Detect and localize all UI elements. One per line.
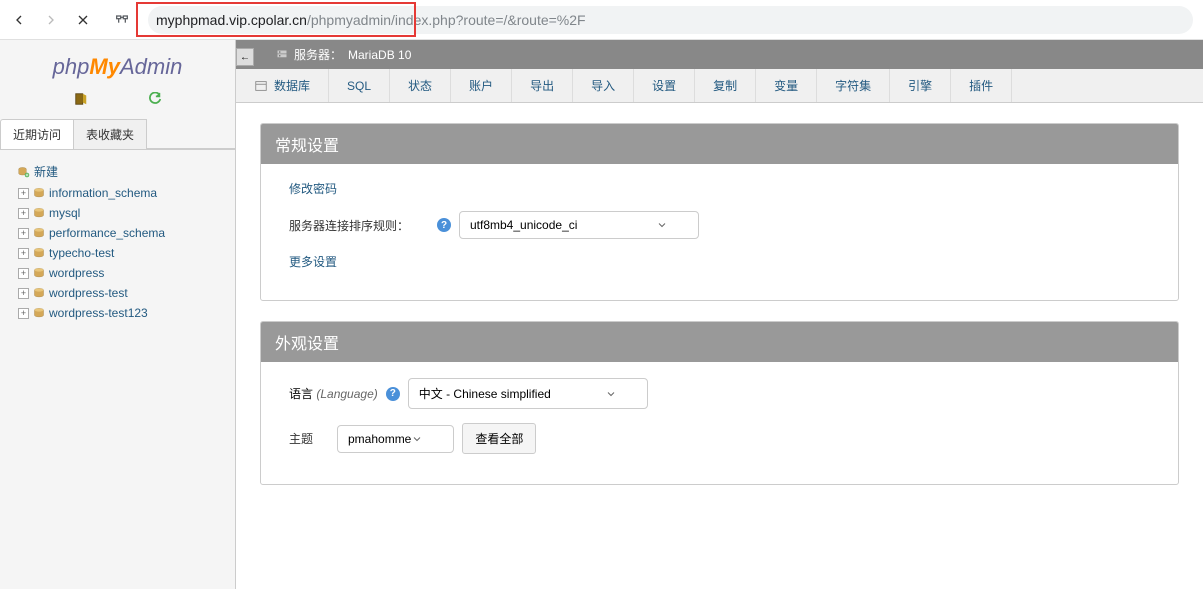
forward-button[interactable]	[42, 11, 60, 29]
server-info-bar: 服务器： MariaDB 10	[236, 40, 1203, 69]
content-area: ← 服务器： MariaDB 10 数据库 SQL 状态 账户 导出 导入 设置…	[236, 40, 1203, 589]
language-select[interactable]: 中文 - Chinese simplified	[408, 378, 648, 409]
expand-icon[interactable]: +	[18, 308, 29, 319]
chevron-down-icon	[605, 388, 617, 400]
general-settings-panel: 常规设置 修改密码 服务器连接排序规则： ? utf8mb4_unicode_c…	[260, 123, 1179, 301]
sidebar: phpMyAdmin 近期访问 表收藏夹 新建 + information_sch…	[0, 40, 236, 589]
collation-label: 服务器连接排序规则：	[289, 217, 429, 234]
tab-sql[interactable]: SQL	[329, 69, 390, 102]
tab-status[interactable]: 状态	[390, 69, 451, 102]
appearance-settings-header: 外观设置	[261, 322, 1178, 362]
tab-charsets[interactable]: 字符集	[817, 69, 890, 102]
view-all-themes-button[interactable]: 查看全部	[462, 423, 536, 454]
exit-icon[interactable]	[74, 92, 88, 109]
database-icon	[33, 267, 45, 279]
address-bar[interactable]: myphpmad.vip.cpolar.cn/phpmyadmin/index.…	[148, 6, 1193, 34]
change-password-link[interactable]: 修改密码	[289, 180, 337, 197]
back-button[interactable]	[10, 11, 28, 29]
theme-label: 主题	[289, 430, 329, 447]
phpmyadmin-logo[interactable]: phpMyAdmin	[0, 40, 235, 88]
tab-import[interactable]: 导入	[573, 69, 634, 102]
tab-plugins[interactable]: 插件	[951, 69, 1012, 102]
server-icon	[276, 49, 288, 61]
database-item[interactable]: + information_schema	[0, 183, 235, 203]
sidebar-tab-favorites[interactable]: 表收藏夹	[74, 119, 147, 149]
sidebar-tab-recent[interactable]: 近期访问	[0, 119, 74, 149]
url-path: /phpmyadmin/index.php?route=/&route=%2F	[307, 12, 586, 28]
browser-toolbar: myphpmad.vip.cpolar.cn/phpmyadmin/index.…	[0, 0, 1203, 40]
help-icon[interactable]: ?	[386, 387, 400, 401]
database-name: performance_schema	[49, 226, 165, 240]
database-icon	[33, 307, 45, 319]
tab-databases[interactable]: 数据库	[236, 69, 329, 102]
database-tree: 新建 + information_schema + mysql + performance…	[0, 150, 235, 333]
chevron-down-icon	[411, 433, 423, 445]
expand-icon[interactable]: +	[18, 208, 29, 219]
database-name: information_schema	[49, 186, 157, 200]
database-icon	[33, 287, 45, 299]
expand-icon[interactable]: +	[18, 268, 29, 279]
database-item[interactable]: + typecho-test	[0, 243, 235, 263]
database-name: wordpress	[49, 266, 104, 280]
new-database-link[interactable]: 新建	[0, 160, 235, 183]
language-label: 语言 (Language)	[289, 385, 378, 402]
tab-export[interactable]: 导出	[512, 69, 573, 102]
new-db-icon	[18, 166, 30, 178]
site-settings-icon[interactable]	[114, 12, 130, 28]
general-settings-header: 常规设置	[261, 124, 1178, 164]
database-item[interactable]: + performance_schema	[0, 223, 235, 243]
theme-select[interactable]: pmahomme	[337, 425, 454, 453]
tab-engines[interactable]: 引擎	[890, 69, 951, 102]
database-icon	[254, 79, 268, 93]
refresh-icon[interactable]	[148, 92, 162, 109]
tab-settings[interactable]: 设置	[634, 69, 695, 102]
tab-replication[interactable]: 复制	[695, 69, 756, 102]
appearance-settings-panel: 外观设置 语言 (Language) ? 中文 - Chinese simpli…	[260, 321, 1179, 485]
database-name: wordpress-test	[49, 286, 128, 300]
collation-select[interactable]: utf8mb4_unicode_ci	[459, 211, 699, 239]
database-icon	[33, 207, 45, 219]
stop-button[interactable]	[74, 11, 92, 29]
database-icon	[33, 187, 45, 199]
chevron-down-icon	[656, 219, 668, 231]
expand-icon[interactable]: +	[18, 288, 29, 299]
server-name: MariaDB 10	[348, 48, 411, 62]
server-label: 服务器：	[294, 46, 342, 63]
sidebar-tabs: 近期访问 表收藏夹	[0, 119, 235, 150]
database-icon	[33, 227, 45, 239]
url-host: myphpmad.vip.cpolar.cn	[156, 12, 307, 28]
database-name: typecho-test	[49, 246, 114, 260]
database-item[interactable]: + wordpress	[0, 263, 235, 283]
tab-variables[interactable]: 变量	[756, 69, 817, 102]
database-icon	[33, 247, 45, 259]
database-item[interactable]: + wordpress-test	[0, 283, 235, 303]
database-item[interactable]: + wordpress-test123	[0, 303, 235, 323]
top-tabs: 数据库 SQL 状态 账户 导出 导入 设置 复制 变量 字符集 引擎 插件	[236, 69, 1203, 103]
expand-icon[interactable]: +	[18, 188, 29, 199]
collapse-sidebar-button[interactable]: ←	[236, 48, 254, 66]
expand-icon[interactable]: +	[18, 228, 29, 239]
help-icon[interactable]: ?	[437, 218, 451, 232]
tab-accounts[interactable]: 账户	[451, 69, 512, 102]
sidebar-toolbar	[0, 88, 235, 119]
more-settings-link[interactable]: 更多设置	[289, 253, 337, 270]
database-name: wordpress-test123	[49, 306, 148, 320]
database-item[interactable]: + mysql	[0, 203, 235, 223]
database-name: mysql	[49, 206, 80, 220]
expand-icon[interactable]: +	[18, 248, 29, 259]
